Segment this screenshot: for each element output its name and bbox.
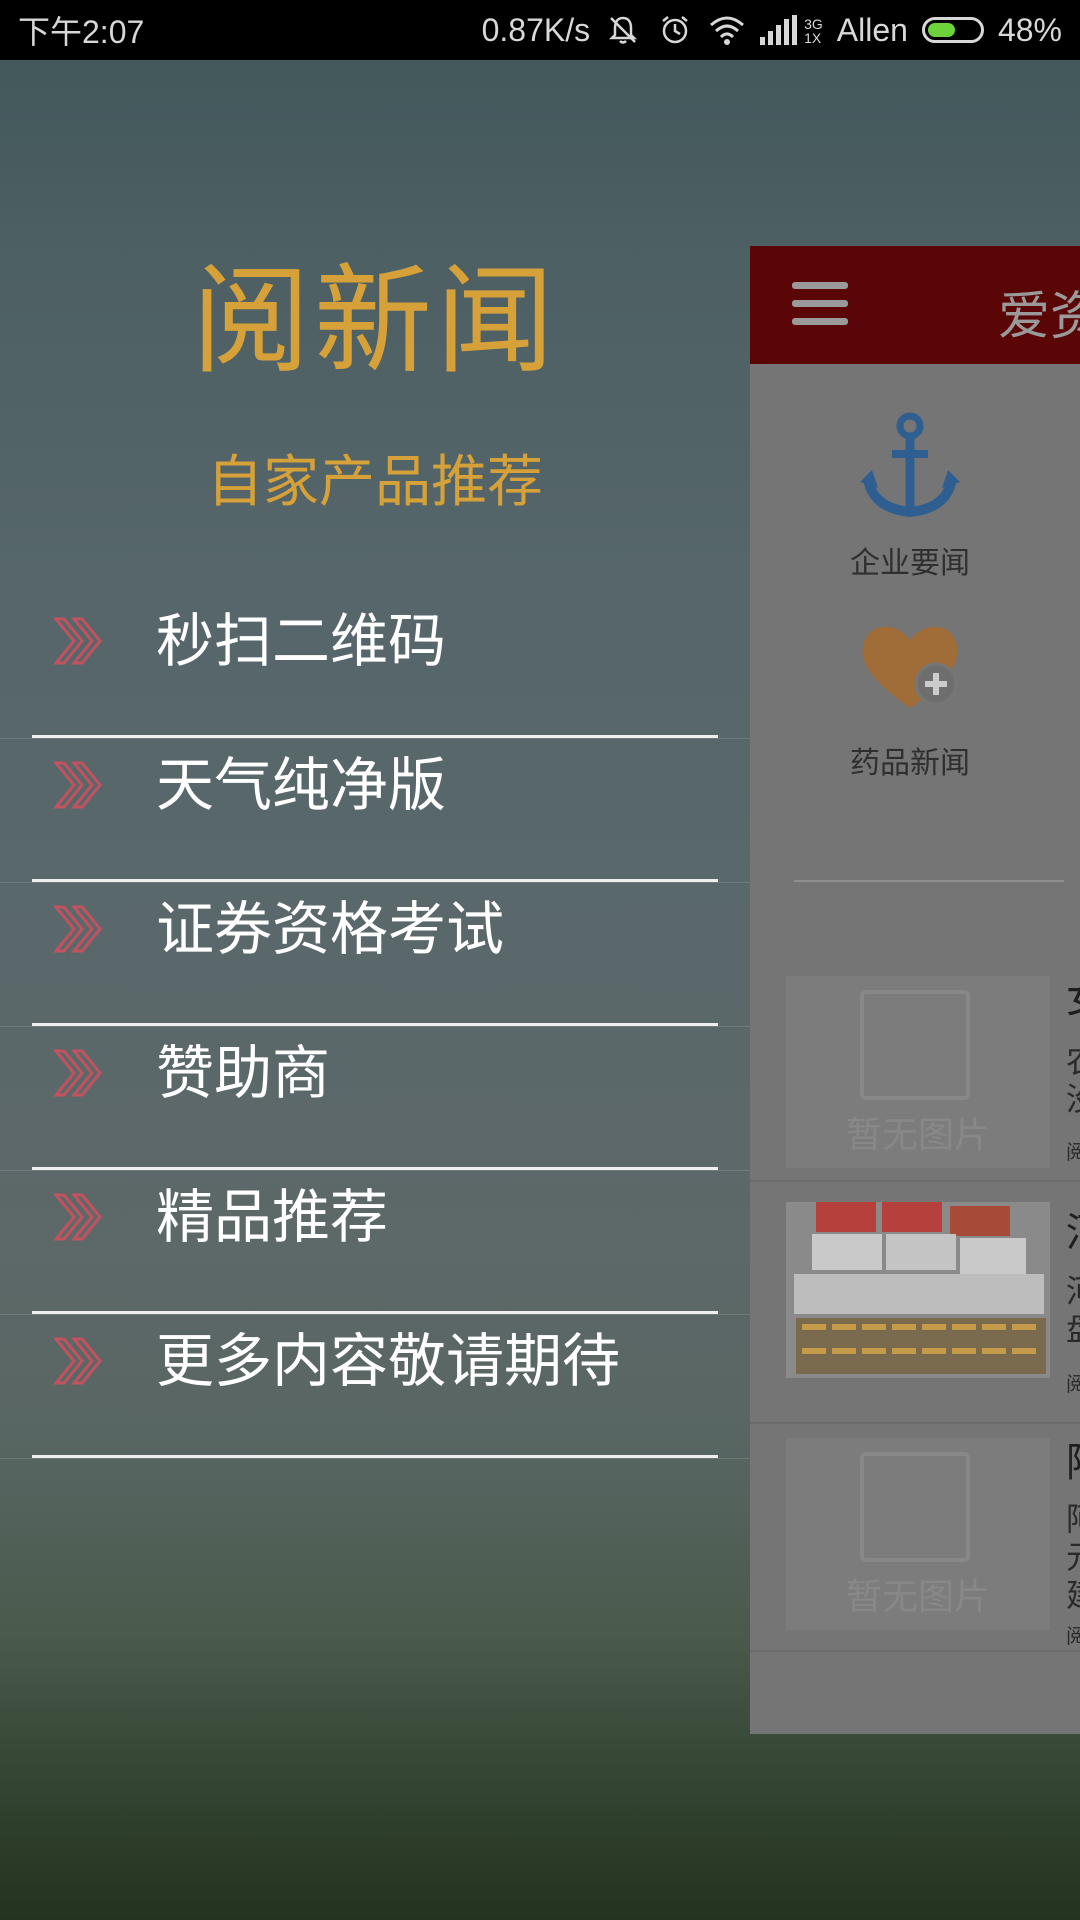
image-placeholder-icon: [860, 1452, 970, 1562]
category-drug-news[interactable]: 药品新闻: [810, 608, 1010, 782]
menu-item-label: 证券资格考试: [156, 895, 505, 963]
news-source: 阅: [1066, 1372, 1080, 1396]
no-image-text: 暂无图片: [845, 1577, 990, 1618]
news-summary-line: 农: [1066, 1042, 1080, 1080]
drawer-subtitle: 自家产品推荐: [207, 450, 543, 515]
menu-divider: [32, 735, 718, 738]
news-summary-line: 河: [1066, 1272, 1080, 1310]
news-summary-line: 阿: [1066, 1500, 1080, 1538]
double-chevron-right-icon: [52, 617, 102, 665]
news-thumbnail: 暂无图片: [786, 1438, 1050, 1630]
menu-item-label: 赞助商: [156, 1039, 331, 1107]
menu-item-label: 天气纯净版: [156, 751, 447, 819]
double-chevron-right-icon: [52, 1049, 102, 1097]
carrier-name: Allen: [836, 11, 908, 48]
network-speed: 0.87K/s: [481, 11, 591, 48]
heart-plus-icon: [862, 626, 958, 708]
news-title: 阿: [1066, 1430, 1080, 1488]
category-enterprise-news[interactable]: 企业要闻: [810, 408, 1010, 582]
drawer-menu: 秒扫二维码 天气纯净版 证券资格考试 赞助商 精品推荐 更多内容敬请期待: [0, 595, 750, 1459]
battery-percent: 48%: [997, 11, 1062, 48]
no-image-text: 暂无图片: [845, 1115, 990, 1156]
menu-item-label: 更多内容敬请期待: [156, 1327, 621, 1395]
menu-item-securities-exam[interactable]: 证券资格考试: [0, 883, 750, 1027]
news-source: 阅: [1066, 1140, 1080, 1164]
menu-divider: [32, 1311, 718, 1314]
news-photo: [786, 1202, 1050, 1378]
hamburger-menu-icon[interactable]: [792, 282, 848, 326]
menu-item-label: 秒扫二维码: [156, 607, 447, 675]
news-summary-line: 没: [1066, 1080, 1080, 1118]
menu-divider: [32, 1023, 718, 1026]
news-title: 河: [1066, 1200, 1080, 1258]
news-title: 女: [1066, 966, 1080, 1024]
signal-type-bottom: 1X: [804, 30, 822, 46]
image-placeholder-icon: [860, 990, 970, 1100]
news-thumbnail: 暂无图片: [786, 976, 1050, 1168]
double-chevron-right-icon: [52, 761, 102, 809]
menu-divider: [32, 879, 718, 882]
menu-item-weather[interactable]: 天气纯净版: [0, 739, 750, 883]
signal-icon: 3G 1X: [760, 15, 823, 45]
main-toolbar: 爱资: [750, 246, 1080, 364]
app-title: 阅新闻: [191, 252, 558, 390]
menu-item-label: 精品推荐: [156, 1183, 389, 1251]
double-chevron-right-icon: [52, 905, 102, 953]
product-boxes-image: [786, 1202, 1050, 1378]
news-source: 阅: [1066, 1624, 1080, 1648]
menu-item-more-coming[interactable]: 更多内容敬请期待: [0, 1315, 750, 1459]
news-item[interactable]: 暂无图片 阿 阿 元 建 阅: [750, 1424, 1080, 1652]
battery-icon: [921, 17, 984, 43]
status-bar: 下午2:07 0.87K/s 3G 1X Allen 48%: [0, 0, 1080, 60]
category-label: 药品新闻: [850, 746, 970, 781]
main-content-preview[interactable]: 爱资 企业要闻 药品新闻 暂无图片 女 农 没 阅: [750, 246, 1080, 1734]
main-title: 爱资: [998, 287, 1080, 347]
status-time: 下午2:07: [18, 14, 145, 50]
menu-item-featured[interactable]: 精品推荐: [0, 1171, 750, 1315]
alarm-icon: [656, 11, 694, 49]
menu-item-sponsors[interactable]: 赞助商: [0, 1027, 750, 1171]
news-summary-line: 建: [1066, 1576, 1080, 1614]
double-chevron-right-icon: [52, 1193, 102, 1241]
section-divider: [794, 880, 1064, 882]
news-summary-line: 元: [1066, 1538, 1080, 1576]
mute-bell-icon: [604, 11, 642, 49]
news-summary-line: 盘: [1066, 1310, 1080, 1348]
signal-type-top: 3G: [804, 16, 823, 32]
menu-divider: [32, 1455, 718, 1458]
news-item[interactable]: 暂无图片 女 农 没 阅: [750, 946, 1080, 1182]
double-chevron-right-icon: [52, 1337, 102, 1385]
menu-item-qr-scan[interactable]: 秒扫二维码: [0, 595, 750, 739]
status-icons: 0.87K/s 3G 1X Allen 48%: [482, 11, 1062, 49]
news-item[interactable]: 河 河 盘 阅: [750, 1182, 1080, 1424]
wifi-icon: [708, 11, 746, 49]
category-label: 企业要闻: [850, 546, 970, 581]
anchor-icon: [860, 412, 960, 518]
menu-divider: [32, 1167, 718, 1170]
